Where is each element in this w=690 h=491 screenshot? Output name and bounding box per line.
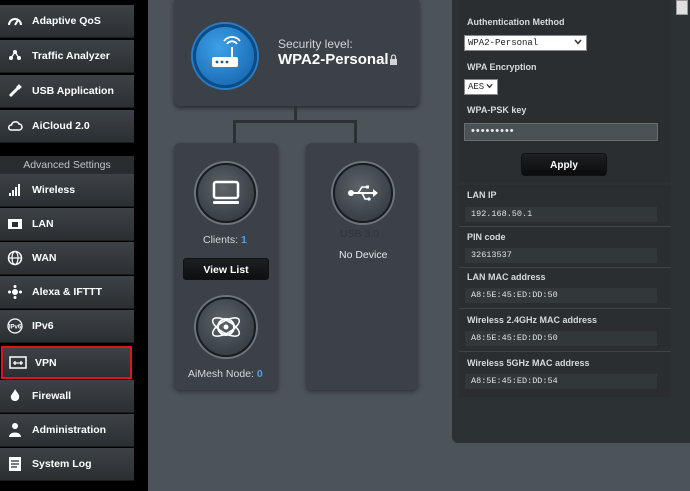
wpa-psk-label: WPA-PSK key: [467, 105, 527, 115]
sidebar-item-label: Administration: [32, 424, 107, 436]
lan-ip-label: LAN IP: [467, 190, 497, 200]
sidebar-item-vpn[interactable]: VPN: [1, 346, 132, 379]
pin-code-value: 32613537: [465, 248, 657, 263]
sidebar-item-label: System Log: [32, 458, 92, 470]
wireless-24ghz-mac-value: A8:5E:45:ED:DD:50: [465, 331, 657, 346]
clients-label: Clients: 1: [203, 234, 247, 246]
lan-ip-value: 192.168.50.1: [465, 207, 657, 222]
divider: [459, 226, 671, 227]
usb-port-label: USB 3.0: [340, 228, 380, 240]
security-level-value[interactable]: WPA2-Personal: [278, 51, 389, 68]
usb-icon[interactable]: [333, 163, 393, 223]
wireless-24ghz-mac-label: Wireless 2.4GHz MAC address: [467, 315, 597, 325]
wireless-5ghz-mac-value: A8:5E:45:ED:DD:54: [465, 374, 657, 389]
sidebar-item-label: Traffic Analyzer: [32, 50, 110, 62]
sidebar-item-label: Adaptive QoS: [32, 15, 101, 27]
clients-label-text: Clients:: [203, 234, 239, 246]
sidebar-item-label: AiCloud 2.0: [32, 120, 90, 132]
connector-line: [233, 120, 357, 123]
auth-method-value: WPA2-Personal: [468, 38, 539, 48]
wpa-encryption-label: WPA Encryption: [467, 62, 537, 72]
sidebar-item-wan[interactable]: WAN: [0, 242, 134, 275]
aimesh-icon[interactable]: [196, 297, 256, 357]
ipv6-icon: IPv6: [6, 317, 24, 335]
svg-text:IPv6: IPv6: [9, 325, 22, 331]
aimesh-node-label: AiMesh Node: 0: [188, 368, 263, 380]
sidebar-item-lan[interactable]: LAN: [0, 208, 134, 241]
vpn-icon: [9, 354, 27, 372]
wan-globe-icon: [6, 249, 24, 267]
sidebar-item-system-log[interactable]: System Log: [0, 448, 134, 481]
wpa-encryption-value: AES: [468, 82, 485, 92]
divider: [459, 267, 671, 268]
sidebar-item-traffic-analyzer[interactable]: Traffic Analyzer: [0, 40, 134, 73]
usb-application-icon: [6, 82, 24, 100]
wpa-psk-input[interactable]: •••••••••: [464, 123, 658, 141]
clients-monitor-icon[interactable]: [196, 163, 256, 223]
sidebar-item-label: WAN: [32, 252, 57, 264]
sidebar-item-usb-application[interactable]: USB Application: [0, 75, 134, 108]
wireless-5ghz-mac-label: Wireless 5GHz MAC address: [467, 358, 590, 368]
connector-line: [233, 120, 236, 144]
wpa-encryption-select[interactable]: AES: [464, 79, 498, 95]
sidebar-item-label: Alexa & IFTTT: [32, 286, 103, 298]
divider: [459, 308, 671, 309]
sidebar-item-firewall[interactable]: Firewall: [0, 380, 134, 413]
alexa-icon: [6, 283, 24, 301]
aicloud-icon: [6, 117, 24, 135]
auth-method-label: Authentication Method: [467, 17, 565, 27]
apply-button[interactable]: Apply: [521, 153, 607, 176]
view-list-button[interactable]: View List: [183, 258, 269, 280]
sidebar-item-alexa-ifttt[interactable]: Alexa & IFTTT: [0, 276, 134, 309]
sidebar-item-administration[interactable]: Administration: [0, 414, 134, 447]
security-level-label: Security level:: [278, 37, 353, 51]
sidebar-item-wireless[interactable]: Wireless: [0, 174, 134, 207]
scrollbar[interactable]: [676, 0, 688, 15]
aimesh-label-text: AiMesh Node:: [188, 368, 254, 380]
sidebar-item-aicloud[interactable]: AiCloud 2.0: [0, 110, 134, 143]
divider: [459, 351, 671, 352]
sidebar-item-label: VPN: [35, 356, 57, 369]
lan-mac-value: A8:5E:45:ED:DD:50: [465, 288, 657, 303]
lock-icon: [389, 52, 398, 70]
sidebar: Adaptive QoS Traffic Analyzer USB Applic…: [0, 0, 136, 491]
firewall-icon: [6, 387, 24, 405]
sidebar-item-label: IPv6: [32, 320, 54, 332]
sidebar-item-adaptive-qos[interactable]: Adaptive QoS: [0, 5, 134, 38]
administration-icon: [6, 421, 24, 439]
system-log-icon: [6, 455, 24, 473]
lan-mac-label: LAN MAC address: [467, 272, 546, 282]
sidebar-item-label: Firewall: [32, 390, 72, 402]
pin-code-label: PIN code: [467, 232, 506, 242]
usb-status: No Device: [339, 249, 388, 261]
auth-method-select[interactable]: WPA2-Personal: [464, 35, 587, 51]
wireless-icon: [6, 181, 24, 199]
lan-icon: [6, 215, 24, 233]
clients-count[interactable]: 1: [241, 234, 247, 246]
advanced-settings-header: Advanced Settings: [0, 156, 134, 174]
sidebar-item-ipv6[interactable]: IPv6 IPv6: [0, 310, 134, 343]
chevron-down-icon: [574, 38, 582, 48]
connector-line: [354, 120, 357, 144]
router-icon[interactable]: [193, 24, 257, 88]
sidebar-item-label: USB Application: [32, 85, 114, 97]
traffic-analyzer-icon: [6, 47, 24, 65]
aimesh-count[interactable]: 0: [257, 368, 263, 380]
sidebar-item-label: LAN: [32, 218, 54, 230]
chevron-down-icon: [486, 82, 493, 92]
sidebar-item-label: Wireless: [32, 184, 76, 196]
adaptive-qos-icon: [6, 12, 24, 30]
